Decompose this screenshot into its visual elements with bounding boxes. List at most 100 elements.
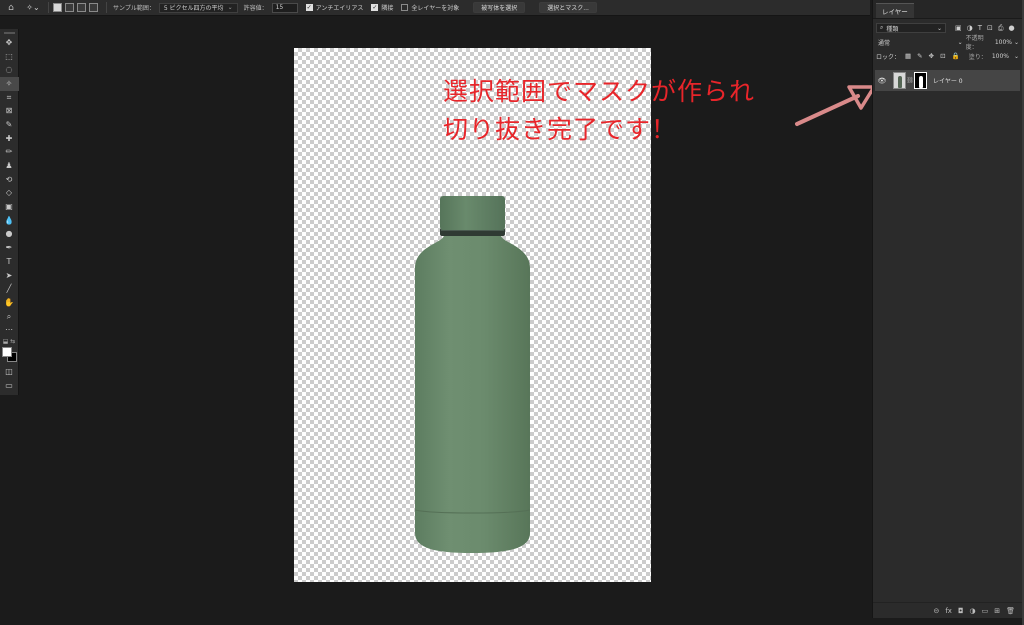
add-selection-icon[interactable] <box>65 3 74 12</box>
shape-filter-icon[interactable]: ⊡ <box>987 24 993 33</box>
new-layer-icon[interactable]: ⊞ <box>994 607 1000 615</box>
divider <box>106 2 107 13</box>
screen-mode-icon[interactable]: ▭ <box>0 379 19 393</box>
more-tools-icon[interactable]: ⋯ <box>0 323 19 337</box>
antialias-label: アンチエイリアス <box>315 5 364 12</box>
lock-all-icon[interactable]: 🔒 <box>952 52 960 60</box>
marquee-icon[interactable]: ⬚ <box>0 50 19 64</box>
sample-size-value: 5 ピクセル四方の平均 <box>163 5 224 12</box>
all-layers-checkbox[interactable]: 全レイヤーを対象 <box>401 3 459 12</box>
lock-artboard-icon[interactable]: ⊡ <box>940 52 945 60</box>
lock-position-icon[interactable]: ✥ <box>929 52 934 60</box>
adjustment-icon[interactable]: ◑ <box>970 607 976 615</box>
fill-label: 塗り： <box>968 53 987 61</box>
type-filter-icon[interactable]: T <box>978 24 982 33</box>
selection-mode-buttons <box>53 3 98 12</box>
filter-toggle-icon[interactable]: ● <box>1009 24 1015 33</box>
lasso-icon[interactable]: ◌ <box>0 63 19 77</box>
foreground-color[interactable] <box>1 347 12 358</box>
brush-icon[interactable]: ✏ <box>0 146 19 160</box>
pen-icon[interactable]: ✒ <box>0 241 19 255</box>
history-brush-icon[interactable]: ⟲ <box>0 173 19 187</box>
opacity-label: 不透明度： <box>965 35 984 51</box>
tolerance-input[interactable]: 15 <box>271 2 298 13</box>
filter-icons: ▣ ◑ T ⊡ ⎙ ● <box>955 24 1015 33</box>
layer-row[interactable]: 👁 ⛓ レイヤー 0 <box>875 70 1020 91</box>
layers-footer: ⊝ fx ◘ ◑ ▭ ⊞ 🗑 <box>873 602 1023 618</box>
adjustment-filter-icon[interactable]: ◑ <box>967 24 973 33</box>
select-and-mask-button[interactable]: 選択とマスク... <box>539 2 597 13</box>
dodge-icon[interactable]: ● <box>0 228 19 242</box>
pixel-filter-icon[interactable]: ▣ <box>955 24 962 33</box>
annotation-line-1: 選択範囲でマスクが作られ <box>443 77 756 106</box>
photoshop-window: ⌂ ✧⌄ サンプル範囲： 5 ピクセル四方の平均 ⌄ 許容値： 15 ✓ アンチ… <box>0 0 1024 625</box>
search-icon: ⌕ <box>880 24 884 31</box>
checkbox-checked-icon: ✓ <box>305 3 313 11</box>
panel-tabs: レイヤー <box>873 0 1022 19</box>
blur-icon[interactable]: 💧 <box>0 214 19 228</box>
chevron-down-icon: ⌄ <box>1013 52 1019 60</box>
eraser-icon[interactable]: ◇ <box>0 187 19 201</box>
link-icon[interactable]: ⛓ <box>906 77 914 84</box>
checkbox-checked-icon: ✓ <box>371 3 379 11</box>
trash-icon[interactable]: 🗑 <box>1006 607 1015 615</box>
quick-mask-icon[interactable]: ◫ <box>0 365 19 379</box>
type-icon[interactable]: T <box>0 255 19 269</box>
options-bar: ⌂ ✧⌄ サンプル範囲： 5 ピクセル四方の平均 ⌄ 許容値： 15 ✓ アンチ… <box>0 0 870 16</box>
contiguous-label: 隣接 <box>381 5 394 12</box>
link-icon[interactable]: ⊝ <box>933 607 939 615</box>
panel-grip[interactable] <box>3 32 15 34</box>
blend-mode-select[interactable]: 通常 ⌄ <box>876 37 966 47</box>
fx-icon[interactable]: fx <box>945 607 952 615</box>
layer-mask-thumbnail[interactable] <box>914 72 927 89</box>
gradient-icon[interactable]: ▣ <box>0 200 19 214</box>
sample-size-label: サンプル範囲： <box>113 5 155 12</box>
magic-wand-icon[interactable]: ✧ <box>0 77 19 91</box>
folder-icon[interactable]: ▭ <box>982 607 989 615</box>
tools-panel: ✥ ⬚ ◌ ✧ ⌗ ⊠ ✎ ✚ ✏ ♟ ⟲ ◇ ▣ 💧 ● ✒ T ➤ ╱ ✋ ⌕ ⋯ ⬓ ⇆ ◫ ▭ <box>0 29 19 395</box>
chevron-down-icon: ⌄ <box>1013 38 1019 46</box>
kind-filter-select[interactable]: ⌕ 種類 ⌄ <box>876 23 946 33</box>
path-selection-icon[interactable]: ➤ <box>0 269 19 283</box>
select-subject-button[interactable]: 被写体を選択 <box>473 2 526 13</box>
all-layers-label: 全レイヤーを対象 <box>411 5 460 12</box>
zoom-icon[interactable]: ⌕ <box>0 310 19 324</box>
mask-icon[interactable]: ◘ <box>958 607 964 615</box>
smart-object-filter-icon[interactable]: ⎙ <box>998 24 1004 33</box>
annotation-line-2: 切り抜き完了です！ <box>443 115 678 144</box>
tolerance-label: 許容値： <box>243 5 268 12</box>
lock-row: ロック： ▦ ✎ ✥ ⊡ 🔒 塗り： 100% ⌄ <box>873 49 1022 63</box>
intersect-selection-icon[interactable] <box>89 3 98 12</box>
frame-icon[interactable]: ⊠ <box>0 104 19 118</box>
clone-stamp-icon[interactable]: ♟ <box>0 159 19 173</box>
subtract-selection-icon[interactable] <box>77 3 86 12</box>
swap-colors-icon[interactable]: ⬓ ⇆ <box>3 338 16 345</box>
layer-thumbnail[interactable] <box>893 72 906 89</box>
chevron-down-icon: ⌄ <box>227 4 233 11</box>
magic-wand-icon[interactable]: ✧⌄ <box>22 3 44 12</box>
layer-name[interactable]: レイヤー 0 <box>933 76 963 85</box>
eye-icon[interactable]: 👁 <box>875 77 889 85</box>
sample-size-select[interactable]: 5 ピクセル四方の平均 ⌄ <box>158 2 238 13</box>
contiguous-checkbox[interactable]: ✓ 隣接 <box>371 3 393 12</box>
chevron-down-icon: ⌄ <box>936 24 942 32</box>
home-icon[interactable]: ⌂ <box>0 0 22 16</box>
lock-image-icon[interactable]: ✎ <box>917 52 922 60</box>
line-icon[interactable]: ╱ <box>0 282 19 296</box>
lock-transparent-icon[interactable]: ▦ <box>905 52 911 60</box>
antialias-checkbox[interactable]: ✓ アンチエイリアス <box>305 3 364 12</box>
blend-row: 通常 ⌄ 不透明度： 100% ⌄ <box>873 35 1022 51</box>
divider <box>48 2 49 13</box>
new-selection-icon[interactable] <box>53 3 62 12</box>
tab-layers[interactable]: レイヤー <box>876 3 914 18</box>
checkbox-unchecked-icon <box>401 4 409 11</box>
tool-list: ✥ ⬚ ◌ ✧ ⌗ ⊠ ✎ ✚ ✏ ♟ ⟲ ◇ ▣ 💧 ● ✒ T ➤ ╱ ✋ ⌕ ⋯ <box>0 36 19 337</box>
hand-icon[interactable]: ✋ <box>0 296 19 310</box>
fill-value[interactable]: 100% <box>992 53 1009 60</box>
healing-brush-icon[interactable]: ✚ <box>0 132 19 146</box>
crop-icon[interactable]: ⌗ <box>0 91 19 105</box>
eyedropper-icon[interactable]: ✎ <box>0 118 19 132</box>
move-icon[interactable]: ✥ <box>0 36 19 50</box>
opacity-value[interactable]: 100% <box>995 39 1012 46</box>
color-swatches[interactable] <box>1 347 17 363</box>
